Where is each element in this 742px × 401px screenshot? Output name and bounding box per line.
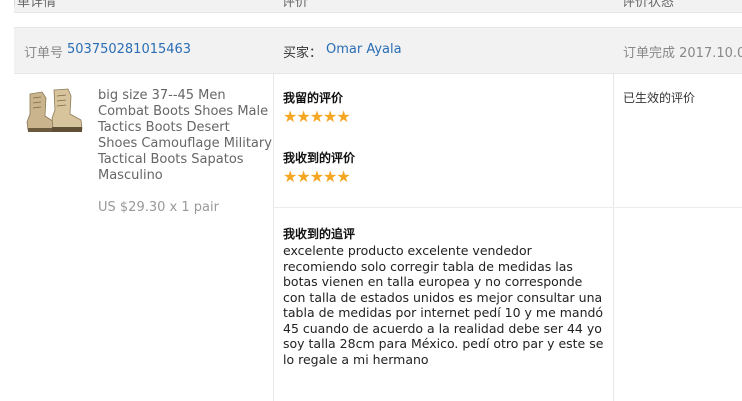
star-icon: ★ — [336, 107, 350, 126]
star-icon: ★ — [283, 167, 297, 186]
buyer-label: 买家： — [283, 46, 323, 61]
my-review-label: 我留的评价 — [283, 91, 344, 105]
star-icon: ★ — [283, 107, 297, 126]
table-header: 订单详情 评价 评价状态 — [14, 0, 742, 13]
order-number-link[interactable]: 503750281015463 — [67, 42, 191, 57]
star-icon: ★ — [323, 167, 337, 186]
boots-icon — [24, 88, 85, 137]
star-icon: ★ — [296, 107, 310, 126]
order-info-row: 订单号 503750281015463 买家： Omar Ayala 订单完成 … — [14, 27, 742, 74]
header-review: 评价 — [282, 0, 309, 10]
star-icon: ★ — [323, 107, 337, 126]
tactical-boots-image[interactable] — [24, 88, 85, 137]
received-review-label: 我收到的评价 — [283, 151, 356, 165]
star-icon: ★ — [309, 107, 324, 126]
star-icon: ★ — [336, 167, 350, 186]
product-price: US $29.30 x 1 pair — [98, 200, 219, 215]
column-divider-review — [273, 73, 274, 401]
order-number-label: 订单号 — [24, 46, 64, 61]
received-review-stars: ★★★★★ — [283, 167, 351, 186]
followup-review-text: excelente producto excelente vendedor re… — [283, 243, 604, 367]
order-completion-date: 订单完成 2017.10.0 — [623, 46, 742, 61]
my-review-stars: ★★★★★ — [283, 107, 351, 126]
review-status-text: 已生效的评价 — [623, 91, 696, 105]
product-title[interactable]: big size 37--45 Men Combat Boots Shoes M… — [98, 88, 273, 184]
header-order-details: 订单详情 — [14, 0, 57, 10]
followup-review-label: 我收到的追评 — [283, 227, 356, 241]
column-divider-status — [613, 73, 614, 401]
buyer-name-link[interactable]: Omar Ayala — [326, 42, 402, 57]
star-icon: ★ — [309, 167, 324, 186]
followup-divider — [274, 207, 742, 208]
header-review-status: 评价状态 — [622, 0, 675, 10]
star-icon: ★ — [296, 167, 310, 186]
